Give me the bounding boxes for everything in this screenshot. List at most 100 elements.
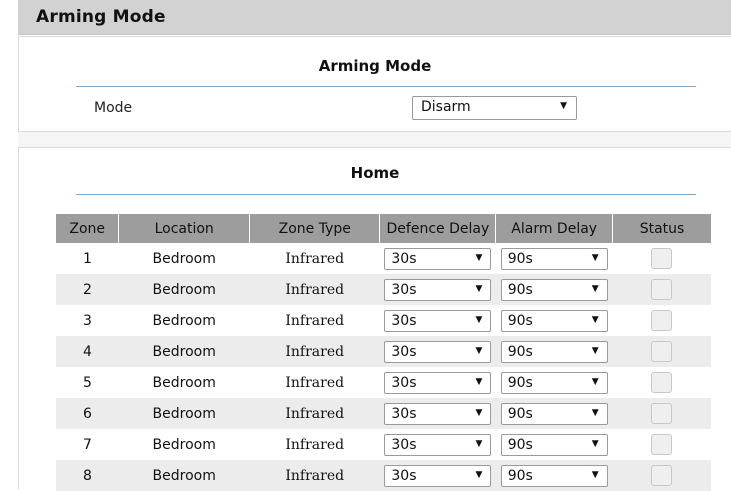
table-row: 7 Bedroom Infrared 30s ▼ 90s ▼: [56, 429, 711, 460]
table-row: 4 Bedroom Infrared 30s ▼ 90s ▼: [56, 336, 711, 367]
mode-select-value: Disarm: [421, 99, 471, 115]
alarm-delay-cell: 90s ▼: [496, 429, 613, 460]
defence-delay-select[interactable]: 30s ▼: [384, 433, 492, 456]
alarm-delay-cell: 90s ▼: [496, 367, 613, 398]
alarm-delay-cell: 90s ▼: [495, 460, 613, 491]
zone-type-cell: Infrared: [285, 374, 345, 391]
status-checkbox[interactable]: [651, 341, 673, 362]
zone-table: Zone Location Zone Type Defence Delay Al…: [56, 214, 711, 491]
chevron-down-icon: ▼: [475, 469, 483, 480]
zone-type-cell: Infrared: [249, 274, 380, 305]
zone-cell: 3: [83, 312, 92, 329]
chevron-down-icon: ▼: [560, 101, 567, 111]
status-checkbox[interactable]: [651, 248, 673, 269]
alarm-delay-value: 90s: [507, 281, 533, 298]
alarm-delay-select[interactable]: 90s ▼: [500, 340, 608, 363]
alarm-delay-select[interactable]: 90s ▼: [500, 247, 608, 270]
location-cell: Bedroom: [152, 374, 216, 391]
arming-mode-panel: Arming Mode Mode Disarm ▼: [18, 36, 731, 132]
alarm-delay-cell: 90s ▼: [495, 274, 613, 305]
status-checkbox[interactable]: [651, 403, 673, 424]
alarm-delay-select[interactable]: 90s ▼: [500, 309, 608, 332]
defence-delay-value: 30s: [391, 405, 417, 422]
status-cell: [612, 398, 711, 429]
alarm-delay-select[interactable]: 90s ▼: [500, 433, 608, 456]
defence-delay-value: 30s: [391, 436, 417, 453]
defence-delay-cell: 30s ▼: [380, 243, 496, 274]
defence-delay-cell: 30s ▼: [379, 336, 496, 367]
zone-type-cell: Infrared: [249, 398, 380, 429]
zone-cell: 5: [83, 374, 92, 391]
alarm-delay-cell: 90s ▼: [496, 243, 613, 274]
zone-cell: 8: [56, 460, 119, 491]
alarm-delay-value: 90s: [507, 250, 533, 267]
defence-delay-cell: 30s ▼: [379, 460, 496, 491]
location-cell: Bedroom: [118, 460, 250, 491]
home-panel: Home Zone Location Zone Type Defence Del…: [18, 147, 731, 491]
alarm-delay-cell: 90s ▼: [495, 398, 613, 429]
status-cell: [612, 274, 711, 305]
status-cell: [613, 305, 711, 336]
chevron-down-icon: ▼: [591, 469, 599, 480]
page-title: Arming Mode: [36, 7, 166, 27]
status-checkbox[interactable]: [651, 372, 673, 393]
column-header-alarm-delay: Alarm Delay: [495, 214, 614, 243]
status-cell: [613, 243, 711, 274]
chevron-down-icon: ▼: [591, 438, 599, 449]
zone-cell: 1: [83, 250, 92, 267]
alarm-delay-select[interactable]: 90s ▼: [500, 371, 608, 394]
table-row: 1 Bedroom Infrared 30s ▼ 90s ▼: [56, 243, 711, 274]
alarm-delay-value: 90s: [507, 343, 533, 360]
alarm-delay-select[interactable]: 90s ▼: [500, 464, 608, 487]
location-cell: Bedroom: [118, 274, 250, 305]
chevron-down-icon: ▼: [475, 407, 483, 418]
alarm-delay-select[interactable]: 90s ▼: [500, 402, 608, 425]
column-header-status: Status: [612, 214, 711, 243]
status-cell: [612, 336, 711, 367]
defence-delay-value: 30s: [391, 343, 417, 360]
chevron-down-icon: ▼: [475, 283, 483, 294]
mode-label: Mode: [94, 100, 133, 116]
alarm-delay-select[interactable]: 90s ▼: [500, 278, 608, 301]
column-header-defence-delay: Defence Delay: [379, 214, 497, 243]
status-checkbox[interactable]: [651, 279, 673, 300]
table-row: 3 Bedroom Infrared 30s ▼ 90s ▼: [56, 305, 711, 336]
status-cell: [612, 460, 711, 491]
mode-select[interactable]: Disarm ▼: [412, 96, 577, 120]
defence-delay-cell: 30s ▼: [379, 398, 496, 429]
defence-delay-cell: 30s ▼: [380, 305, 496, 336]
status-checkbox[interactable]: [651, 434, 673, 455]
chevron-down-icon: ▼: [591, 252, 599, 263]
defence-delay-select[interactable]: 30s ▼: [384, 402, 492, 425]
chevron-down-icon: ▼: [475, 252, 483, 263]
chevron-down-icon: ▼: [475, 314, 483, 325]
zone-cell: 7: [83, 436, 92, 453]
section-divider: [76, 86, 696, 87]
zone-type-cell: Infrared: [249, 336, 380, 367]
alarm-delay-cell: 90s ▼: [495, 336, 613, 367]
table-header-row: Zone Location Zone Type Defence Delay Al…: [56, 214, 711, 243]
zone-type-cell: Infrared: [285, 312, 345, 329]
panel-gap: [18, 132, 731, 147]
defence-delay-select[interactable]: 30s ▼: [384, 464, 492, 487]
defence-delay-select[interactable]: 30s ▼: [384, 340, 492, 363]
defence-delay-select[interactable]: 30s ▼: [384, 247, 492, 270]
status-cell: [613, 367, 711, 398]
defence-delay-select[interactable]: 30s ▼: [384, 278, 492, 301]
chevron-down-icon: ▼: [591, 283, 599, 294]
defence-delay-select[interactable]: 30s ▼: [384, 309, 492, 332]
status-checkbox[interactable]: [651, 310, 673, 331]
zone-rows: 1 Bedroom Infrared 30s ▼ 90s ▼ 2 Bedroom Infrared…: [56, 243, 711, 491]
status-cell: [613, 429, 711, 460]
chevron-down-icon: ▼: [475, 376, 483, 387]
chevron-down-icon: ▼: [475, 345, 483, 356]
table-row: 6 Bedroom Infrared 30s ▼ 90s ▼: [56, 398, 711, 429]
status-checkbox[interactable]: [651, 465, 673, 486]
column-header-zone-type: Zone Type: [249, 214, 381, 243]
zone-cell: 6: [56, 398, 119, 429]
home-section-title: Home: [350, 164, 400, 182]
alarm-delay-value: 90s: [507, 312, 533, 329]
page-header: Arming Mode: [18, 0, 731, 35]
location-cell: Bedroom: [118, 398, 250, 429]
defence-delay-select[interactable]: 30s ▼: [384, 371, 492, 394]
